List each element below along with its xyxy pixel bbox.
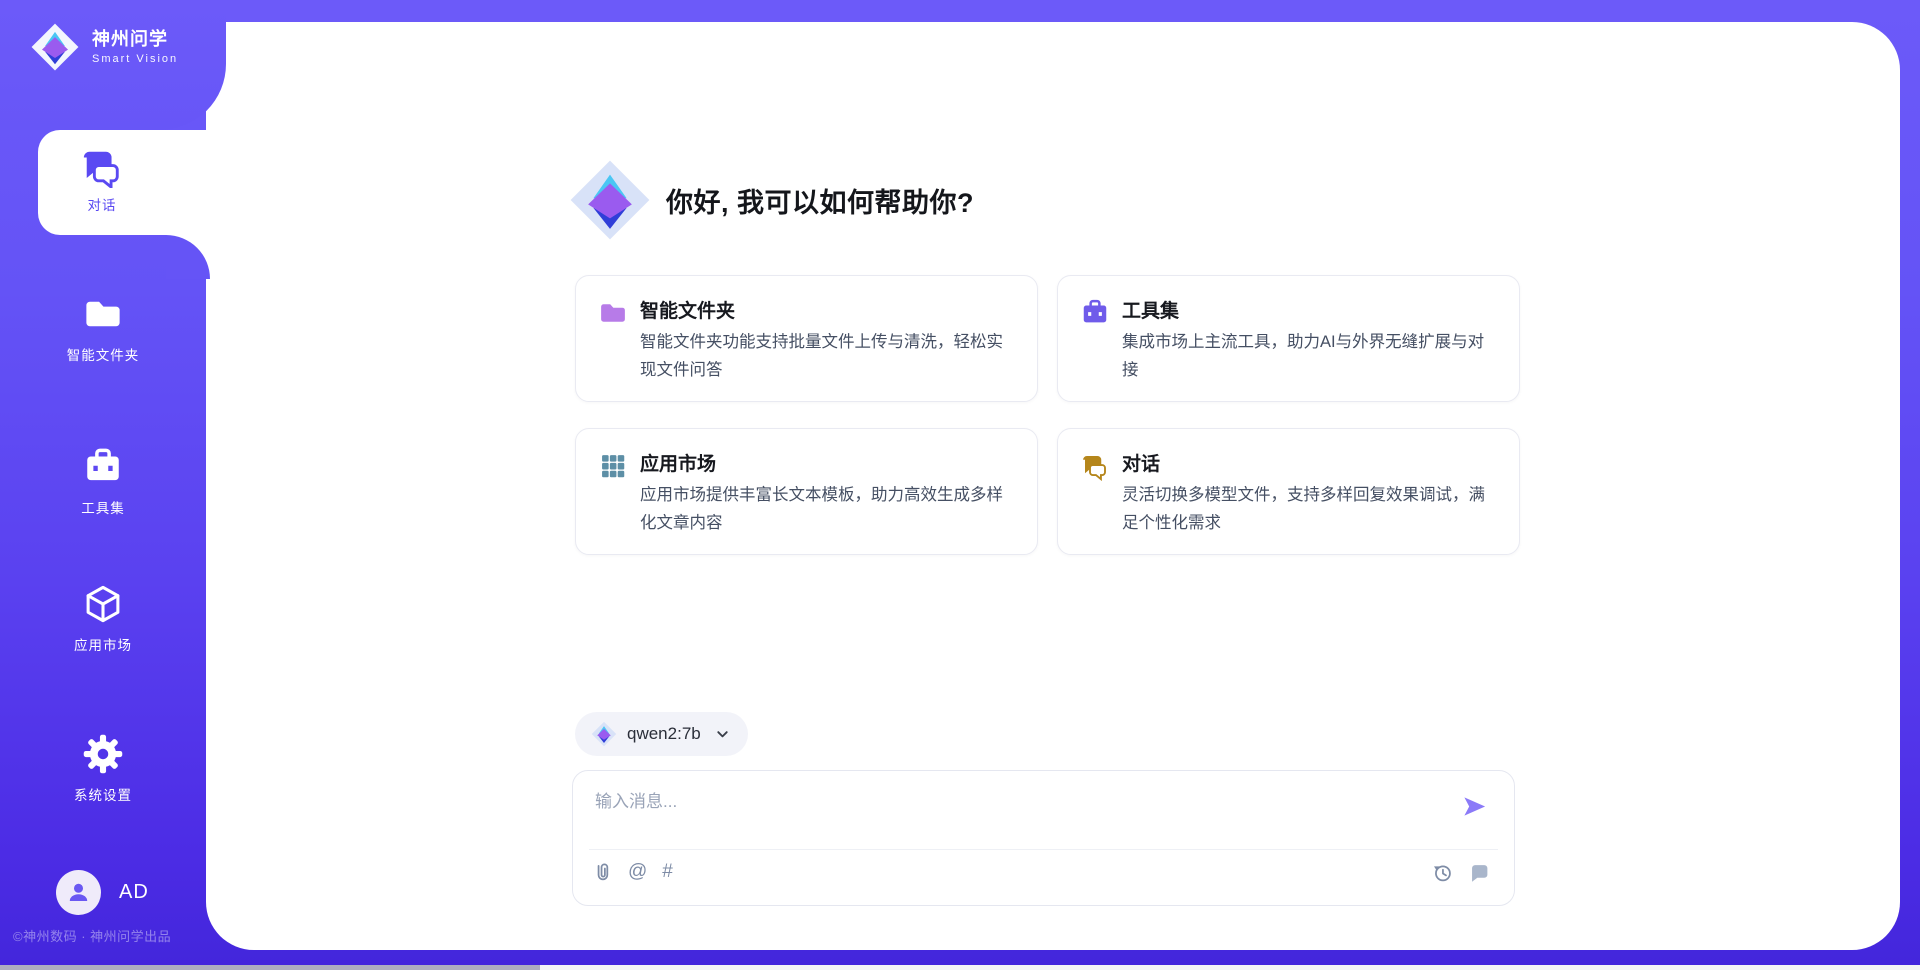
chat-bubble-icon[interactable] bbox=[1469, 862, 1490, 883]
app-window: 神州问学 Smart Vision 对话 智能文件夹 bbox=[0, 0, 1920, 970]
sidebar-item-app-market[interactable]: 应用市场 bbox=[0, 583, 206, 654]
greeting-diamond-logo-icon bbox=[568, 158, 652, 242]
sidebar-item-chat-active[interactable]: 对话 bbox=[38, 130, 210, 235]
app-title: 神州问学 bbox=[92, 30, 178, 48]
folder-icon bbox=[82, 293, 124, 335]
brand: 神州问学 Smart Vision bbox=[30, 22, 178, 72]
folder-icon bbox=[598, 298, 628, 328]
sidebar-item-label: 应用市场 bbox=[0, 634, 206, 654]
tab-scoop-decoration bbox=[166, 235, 210, 279]
copyright-text: ©神州数码 · 神州问学出品 bbox=[13, 926, 171, 945]
chevron-down-icon bbox=[715, 727, 730, 742]
avatar bbox=[56, 870, 101, 915]
mention-icon[interactable]: @ bbox=[628, 861, 647, 882]
app-subtitle: Smart Vision bbox=[92, 54, 178, 65]
composer-tools-left: @ # bbox=[592, 861, 673, 882]
card-app-market[interactable]: 应用市场 应用市场提供丰富长文本模板，助力高效生成多样化文章内容 bbox=[575, 428, 1038, 555]
chat-icon bbox=[1080, 451, 1110, 481]
card-toolset[interactable]: 工具集 集成市场上主流工具，助力AI与外界无缝扩展与对接 bbox=[1057, 275, 1520, 402]
user-profile[interactable]: AD bbox=[56, 870, 149, 915]
composer-divider bbox=[589, 849, 1498, 850]
card-chat[interactable]: 对话 灵活切换多模型文件，支持多样回复效果调试，满足个性化需求 bbox=[1057, 428, 1520, 555]
attachment-icon[interactable] bbox=[592, 861, 613, 882]
sidebar-item-label: 对话 bbox=[38, 194, 166, 214]
user-name: AD bbox=[119, 881, 149, 904]
greeting-title: 你好, 我可以如何帮助你? bbox=[666, 181, 974, 220]
model-diamond-logo-icon bbox=[591, 721, 617, 747]
greeting: 你好, 我可以如何帮助你? bbox=[568, 158, 974, 242]
card-description: 应用市场提供丰富长文本模板，助力高效生成多样化文章内容 bbox=[640, 481, 1012, 537]
card-title: 应用市场 bbox=[640, 449, 716, 476]
model-name: qwen2:7b bbox=[627, 724, 701, 744]
card-title: 智能文件夹 bbox=[640, 296, 735, 323]
model-selector[interactable]: qwen2:7b bbox=[575, 712, 748, 756]
briefcase-icon bbox=[82, 446, 124, 488]
gear-icon bbox=[82, 733, 124, 775]
card-description: 灵活切换多模型文件，支持多样回复效果调试，满足个性化需求 bbox=[1122, 481, 1494, 537]
card-description: 智能文件夹功能支持批量文件上传与清洗，轻松实现文件问答 bbox=[640, 328, 1012, 384]
chat-icon bbox=[79, 146, 125, 188]
message-composer: @ # bbox=[572, 770, 1515, 906]
cube-icon bbox=[82, 583, 124, 625]
sidebar-item-smart-folder[interactable]: 智能文件夹 bbox=[0, 293, 206, 364]
sidebar-item-settings[interactable]: 系统设置 bbox=[0, 733, 206, 804]
scrollbar-thumb[interactable] bbox=[0, 965, 540, 970]
sidebar-item-label: 系统设置 bbox=[0, 784, 206, 804]
briefcase-icon bbox=[1080, 298, 1110, 328]
message-input[interactable] bbox=[593, 785, 1447, 845]
hashtag-icon[interactable]: # bbox=[662, 861, 673, 882]
history-icon[interactable] bbox=[1432, 862, 1453, 883]
grid-icon bbox=[598, 451, 628, 481]
card-title: 工具集 bbox=[1122, 296, 1179, 323]
card-title: 对话 bbox=[1122, 449, 1160, 476]
sidebar-item-label: 工具集 bbox=[0, 497, 206, 517]
brand-diamond-logo-icon bbox=[30, 22, 80, 72]
send-icon[interactable] bbox=[1461, 793, 1488, 820]
composer-tools-right bbox=[1432, 862, 1490, 883]
card-smart-folder[interactable]: 智能文件夹 智能文件夹功能支持批量文件上传与清洗，轻松实现文件问答 bbox=[575, 275, 1038, 402]
card-description: 集成市场上主流工具，助力AI与外界无缝扩展与对接 bbox=[1122, 328, 1494, 384]
sidebar-item-label: 智能文件夹 bbox=[0, 344, 206, 364]
sidebar-item-toolset[interactable]: 工具集 bbox=[0, 446, 206, 517]
horizontal-scrollbar[interactable] bbox=[0, 965, 1920, 970]
